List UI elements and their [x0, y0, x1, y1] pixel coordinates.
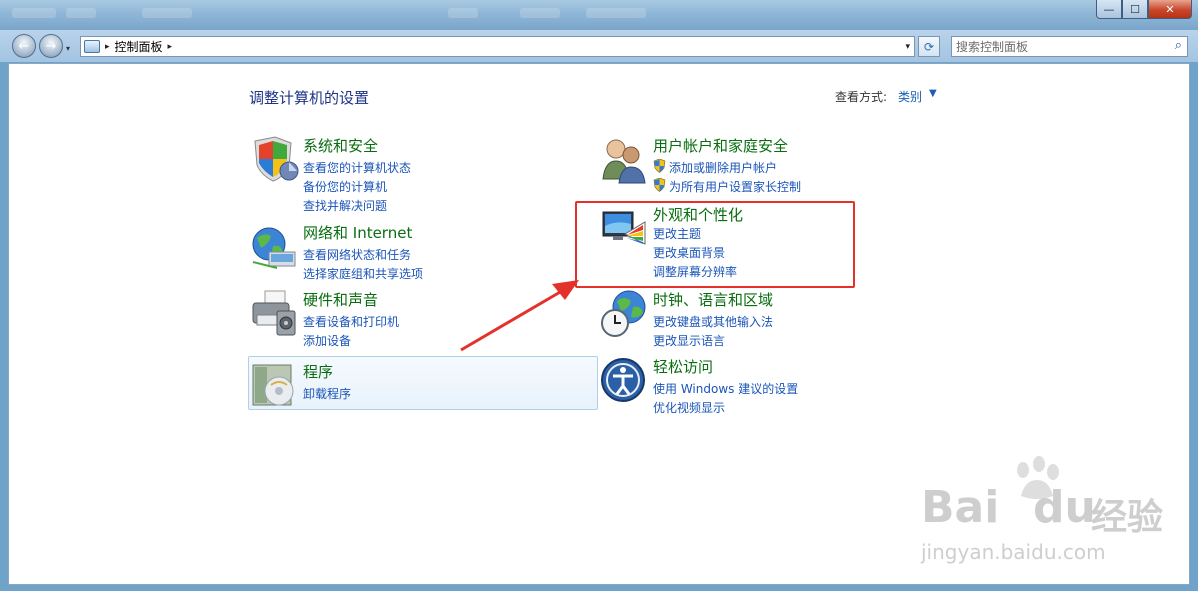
forward-arrow-icon: → — [45, 38, 57, 54]
category-user-accounts: 用户帐户和家庭安全 添加或删除用户帐户 为所有用户设置家长控制 — [599, 135, 939, 195]
titlebar-blur — [520, 8, 560, 18]
titlebar-blur — [142, 8, 192, 18]
window-controls: — ☐ ✕ — [1096, 0, 1192, 19]
link-change-theme[interactable]: 更改主题 — [653, 225, 701, 242]
address-dropdown-icon[interactable]: ▾ — [905, 42, 910, 52]
breadcrumb-control-panel[interactable]: 控制面板 — [115, 38, 163, 55]
link-find-fix-problems[interactable]: 查找并解决问题 — [303, 197, 387, 214]
category-title-ease-of-access[interactable]: 轻松访问 — [653, 356, 713, 377]
category-title-appearance[interactable]: 外观和个性化 — [653, 204, 743, 225]
shield-icon — [254, 136, 299, 182]
back-button[interactable]: ← — [12, 34, 36, 58]
link-change-desktop-background[interactable]: 更改桌面背景 — [653, 244, 725, 261]
clock-globe-icon — [601, 290, 646, 337]
link-view-computer-status[interactable]: 查看您的计算机状态 — [303, 159, 411, 176]
category-system-security: 系统和安全 查看您的计算机状态 备份您的计算机 查找并解决问题 — [249, 135, 589, 213]
category-programs: 程序 卸载程序 — [249, 361, 589, 411]
category-title-hardware-sound[interactable]: 硬件和声音 — [303, 289, 378, 310]
refresh-button[interactable]: ⟳ — [918, 36, 940, 57]
baidu-jingyan-watermark: Bai du 经验 jingyan.baidu.com — [921, 456, 1191, 566]
watermark-brand: Bai — [921, 482, 1000, 533]
uac-shield-icon — [653, 159, 666, 173]
page-title: 调整计算机的设置 — [249, 89, 370, 107]
refresh-icon: ⟳ — [923, 39, 935, 54]
programs-disc-icon — [252, 364, 294, 406]
maximize-button[interactable]: ☐ — [1122, 0, 1148, 19]
back-arrow-icon: ← — [18, 38, 30, 54]
close-button[interactable]: ✕ — [1148, 0, 1192, 19]
link-optimize-visual-display[interactable]: 优化视频显示 — [653, 399, 725, 416]
link-add-device[interactable]: 添加设备 — [303, 332, 351, 349]
watermark-url: jingyan.baidu.com — [921, 540, 1106, 564]
link-change-display-language[interactable]: 更改显示语言 — [653, 332, 725, 349]
watermark-brand-du: du — [1033, 482, 1096, 533]
titlebar-blur — [66, 8, 96, 18]
link-add-remove-accounts[interactable]: 添加或删除用户帐户 — [653, 159, 777, 176]
forward-button[interactable]: → — [39, 34, 63, 58]
category-network-internet: 网络和 Internet 查看网络状态和任务 选择家庭组和共享选项 — [249, 222, 589, 282]
search-placeholder: 搜索控制面板 — [956, 40, 1029, 54]
control-panel-content: 调整计算机的设置 查看方式: 类别 ▼ 系统和安全 查看您的计算机状态 备份您的… — [8, 63, 1190, 585]
category-title-clock-language[interactable]: 时钟、语言和区域 — [653, 289, 773, 310]
link-adjust-screen-resolution[interactable]: 调整屏幕分辨率 — [653, 263, 737, 280]
category-appearance-personalization: 外观和个性化 更改主题 更改桌面背景 调整屏幕分辨率 — [599, 204, 939, 279]
search-icon[interactable]: ⌕ — [1175, 38, 1182, 53]
link-add-remove-accounts-label: 添加或删除用户帐户 — [669, 161, 778, 175]
monitor-color-palette-icon — [602, 211, 646, 245]
uac-shield-icon — [653, 178, 666, 192]
category-clock-language-region: 时钟、语言和区域 更改键盘或其他输入法 更改显示语言 — [599, 289, 939, 349]
category-hardware-sound: 硬件和声音 查看设备和打印机 添加设备 — [249, 289, 589, 349]
category-title-user-accounts[interactable]: 用户帐户和家庭安全 — [653, 135, 788, 156]
navigation-toolbar: ← → ▾ ▸ 控制面板 ▸ ▾ ⟳ 搜索控制面板 ⌕ — [0, 30, 1198, 62]
link-backup-computer[interactable]: 备份您的计算机 — [303, 178, 387, 195]
link-parental-controls[interactable]: 为所有用户设置家长控制 — [653, 178, 801, 195]
watermark-jingyan-cn: 经验 — [1091, 497, 1164, 538]
ease-of-access-icon — [601, 358, 645, 402]
category-title-programs[interactable]: 程序 — [303, 361, 333, 382]
search-input[interactable]: 搜索控制面板 ⌕ — [951, 36, 1188, 57]
view-by-caret-icon[interactable]: ▼ — [929, 88, 937, 99]
link-use-windows-recommended-settings[interactable]: 使用 Windows 建议的设置 — [653, 380, 798, 397]
category-title-network-internet[interactable]: 网络和 Internet — [303, 222, 412, 243]
window-titlebar: — ☐ ✕ — [0, 0, 1198, 30]
view-by-dropdown[interactable]: 类别 — [898, 88, 922, 105]
link-parental-controls-label: 为所有用户设置家长控制 — [669, 180, 802, 194]
link-view-devices-printers[interactable]: 查看设备和打印机 — [303, 313, 399, 330]
view-by-label: 查看方式: — [835, 90, 888, 104]
users-icon — [602, 139, 646, 184]
breadcrumb-separator-icon[interactable]: ▸ — [105, 42, 110, 52]
minimize-button[interactable]: — — [1096, 0, 1122, 19]
category-title-system-security[interactable]: 系统和安全 — [303, 135, 378, 156]
link-change-keyboard-input[interactable]: 更改键盘或其他输入法 — [653, 313, 773, 330]
titlebar-blur — [586, 8, 646, 18]
network-globe-icon — [252, 227, 296, 269]
titlebar-blur — [448, 8, 478, 18]
category-ease-of-access: 轻松访问 使用 Windows 建议的设置 优化视频显示 — [599, 356, 939, 416]
link-uninstall-program[interactable]: 卸载程序 — [303, 385, 351, 402]
control-panel-icon — [84, 40, 100, 53]
recent-pages-dropdown[interactable]: ▾ — [66, 44, 70, 53]
printer-icon — [252, 290, 296, 336]
address-bar[interactable]: ▸ 控制面板 ▸ ▾ — [80, 36, 915, 57]
link-view-network-status[interactable]: 查看网络状态和任务 — [303, 246, 411, 263]
titlebar-blur — [12, 8, 56, 18]
window-frame-right — [1191, 63, 1198, 591]
breadcrumb-separator-icon[interactable]: ▸ — [168, 42, 173, 52]
link-homegroup-sharing[interactable]: 选择家庭组和共享选项 — [303, 265, 423, 282]
